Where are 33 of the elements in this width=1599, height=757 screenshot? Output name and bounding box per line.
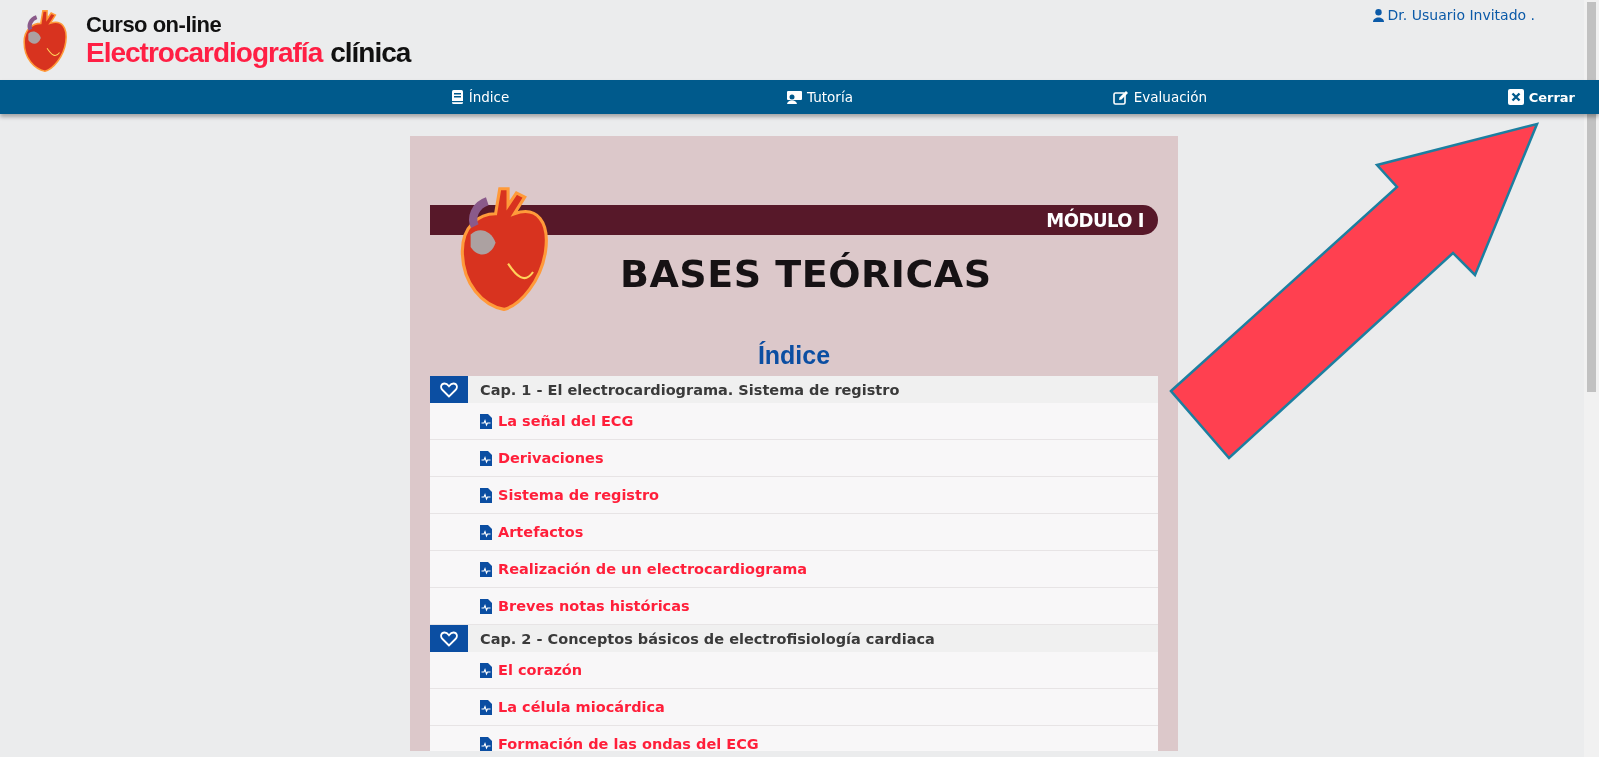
lesson-link[interactable]: La señal del ECG bbox=[430, 403, 1158, 440]
lesson-link[interactable]: Derivaciones bbox=[430, 440, 1158, 477]
scrollbar[interactable] bbox=[1584, 0, 1599, 757]
chapter-header[interactable]: Cap. 2 - Conceptos básicos de electrofisiología cardiaca bbox=[430, 625, 1158, 652]
ecg-file-icon bbox=[480, 450, 492, 466]
lesson-link[interactable]: Sistema de registro bbox=[430, 477, 1158, 514]
ecg-file-icon bbox=[480, 598, 492, 614]
nav-link[interactable]: Índice bbox=[450, 89, 510, 105]
module-title: BASES TEÓRICAS bbox=[620, 252, 992, 296]
lesson-link[interactable]: Breves notas históricas bbox=[430, 588, 1158, 625]
lesson-link[interactable]: Formación de las ondas del ECG bbox=[430, 726, 1158, 751]
ecg-file-icon bbox=[480, 561, 492, 577]
ecg-file-icon bbox=[480, 487, 492, 503]
logo-tagline: Curso on-line bbox=[86, 12, 223, 38]
ecg-file-icon bbox=[480, 524, 492, 540]
ecg-file-icon bbox=[480, 699, 492, 715]
nav-link[interactable]: Cerrar bbox=[1507, 89, 1575, 105]
ecg-file-icon bbox=[480, 662, 492, 678]
lesson-link[interactable]: La célula miocárdica bbox=[430, 689, 1158, 726]
lesson-link[interactable]: Artefactos bbox=[430, 514, 1158, 551]
chapter-header[interactable]: Cap. 1 - El electrocardiograma. Sistema de registro bbox=[430, 376, 1158, 403]
nav-link[interactable]: Tutoría bbox=[787, 89, 853, 105]
nav-link[interactable]: Evaluación bbox=[1112, 89, 1208, 105]
index-heading: Índice bbox=[756, 340, 832, 370]
user-icon bbox=[1372, 8, 1384, 22]
lesson-link[interactable]: Realización de un electrocardiograma bbox=[430, 551, 1158, 588]
user-link[interactable]: Dr. Usuario Invitado . bbox=[1372, 7, 1535, 23]
module-label: MÓDULO I bbox=[1046, 208, 1144, 232]
logo-subtitle: clínica bbox=[330, 38, 411, 68]
ecg-file-icon bbox=[480, 736, 492, 751]
lesson-link[interactable]: El corazón bbox=[430, 652, 1158, 689]
logo-title: Electrocardiografía bbox=[86, 38, 323, 68]
ecg-file-icon bbox=[480, 413, 492, 429]
